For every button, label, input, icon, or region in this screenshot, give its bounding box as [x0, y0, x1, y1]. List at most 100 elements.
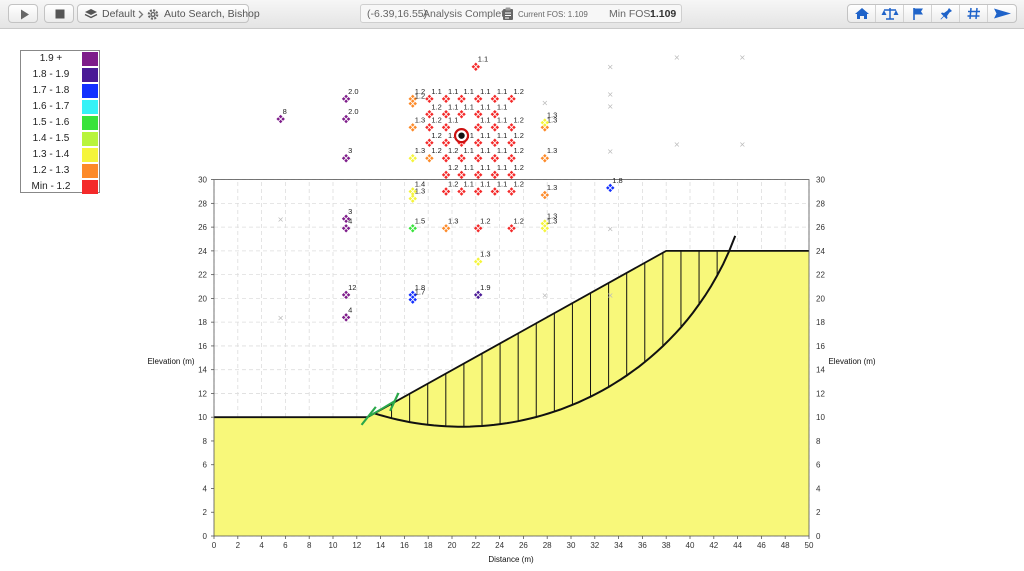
slip-center-point[interactable]: 1.3 [540, 146, 558, 163]
point-fos-label: 1.1 [464, 163, 474, 172]
point-fos-label: 1.1 [480, 87, 490, 96]
x-tick-label: 6 [283, 541, 288, 550]
analysis-canvas[interactable]: 0 2 4 6 8 10 12 14 16 18 20 22 24 26 28 30 32 34 36 38 40 42 4… [0, 0, 1024, 571]
slip-center-point[interactable]: 1.3 [408, 115, 425, 132]
legend-label: 1.3 - 1.4 [32, 149, 70, 160]
y-tick-label-left: 22 [198, 271, 207, 280]
slip-center-point[interactable]: 1.2 [507, 87, 524, 104]
slip-center-point[interactable]: 1.1 [473, 115, 491, 132]
unused-grid-point: × [277, 215, 284, 224]
y-tick-label-left: 20 [198, 294, 207, 303]
legend-swatch [82, 164, 98, 178]
x-tick-label: 0 [212, 541, 217, 550]
slip-center-point[interactable]: 8 [276, 107, 287, 124]
y-tick-label-right: 20 [816, 294, 825, 303]
slip-center-point[interactable]: 1.1 [441, 87, 459, 104]
unused-grid-point: × [607, 63, 614, 72]
y-tick-label-right: 10 [816, 413, 825, 422]
y-tick-label-right: 8 [816, 437, 821, 446]
point-fos-label: 2.0 [348, 87, 358, 96]
slip-center-point[interactable]: 1.1 [473, 163, 491, 180]
slip-center-point[interactable]: 1.2 [441, 163, 459, 180]
point-fos-label: 1.1 [480, 115, 490, 124]
slip-center-point[interactable]: 1.1 [490, 131, 508, 148]
slip-center-point[interactable]: 1.1 [490, 87, 508, 104]
slip-center-point[interactable]: 1.1 [473, 87, 491, 104]
soil-region[interactable] [214, 250, 809, 536]
slip-center-point[interactable]: 1.1 [457, 163, 474, 180]
point-fos-label: 1.3 [547, 216, 557, 225]
y-tick-label-left: 16 [198, 342, 207, 351]
point-fos-label: 1.2 [480, 216, 490, 225]
slip-center-point[interactable]: 1.2 [507, 115, 524, 132]
slip-center-point[interactable]: 1.2 [425, 131, 442, 148]
unused-grid-point: × [607, 147, 614, 156]
slip-center-point[interactable]: 2.0 [341, 87, 359, 104]
point-fos-label: 1.1 [464, 87, 474, 96]
slip-center-point[interactable]: 1.3 [540, 111, 558, 127]
legend-item: 1.4 - 1.5 [21, 131, 99, 147]
x-tick-label: 22 [471, 541, 480, 550]
slip-center-point[interactable]: 1.1 [441, 115, 459, 132]
slip-center-point[interactable]: 1.3 [441, 216, 459, 233]
slip-center-point[interactable]: 4 [341, 305, 352, 322]
slip-center-point[interactable]: 1.1 [471, 55, 489, 71]
point-fos-label: 1.2 [514, 115, 524, 124]
slip-center-point[interactable]: 1.1 [490, 163, 508, 180]
point-fos-label: 1.2 [514, 131, 524, 140]
slip-center-point[interactable]: 1.2 [507, 131, 524, 148]
slip-center-point[interactable]: 1.1 [457, 87, 474, 104]
slip-center-point[interactable]: 1.1 [473, 146, 491, 163]
slip-center-point[interactable]: 1.1 [457, 102, 474, 119]
y-tick-label-right: 28 [816, 199, 825, 208]
slip-center-point[interactable]: 1.1 [490, 146, 508, 163]
slip-center-point[interactable]: 1.5 [408, 216, 425, 233]
target-core [458, 132, 465, 139]
slip-center-point[interactable]: 1.8 [606, 176, 623, 193]
point-fos-label: 1.3 [415, 187, 425, 196]
y-tick-label-left: 24 [198, 247, 207, 256]
slip-center-point[interactable]: 1.1 [473, 131, 491, 148]
slip-center-point[interactable]: 1.1 [457, 179, 474, 196]
slip-center-point[interactable]: 1.9 [473, 283, 491, 300]
slip-center-point[interactable]: 1.2 [507, 179, 524, 196]
legend-item: 1.5 - 1.6 [21, 115, 99, 131]
slip-center-point[interactable]: 1.2 [425, 146, 442, 163]
point-fos-label: 1.7 [415, 288, 425, 297]
slip-center-point[interactable]: 1.2 [507, 216, 524, 233]
slip-center-point[interactable]: 1.1 [425, 87, 442, 104]
legend-label: 1.6 - 1.7 [32, 101, 70, 112]
point-fos-label: 1.3 [415, 115, 425, 124]
point-fos-label: 1.1 [464, 179, 474, 188]
slip-center-point[interactable]: 1.2 [507, 146, 524, 163]
slip-center-point[interactable]: 1.3 [408, 146, 425, 163]
slip-center-point[interactable]: 1.2 [473, 216, 491, 233]
legend-item: 1.7 - 1.8 [21, 83, 99, 99]
y-tick-label-right: 12 [816, 389, 825, 398]
slip-center-point[interactable]: 1.2 [507, 163, 524, 180]
point-fos-label: 1.1 [480, 146, 490, 155]
slip-center-point[interactable]: 12 [341, 283, 357, 300]
slip-center-point[interactable]: 1.1 [457, 146, 474, 163]
slip-center-point[interactable]: 1.1 [490, 179, 508, 196]
point-fos-label: 1.1 [478, 55, 488, 64]
x-tick-label: 16 [400, 541, 409, 550]
legend-label: 1.7 - 1.8 [32, 85, 70, 96]
slip-center-point[interactable]: 1.2 [425, 115, 442, 132]
slip-center-point[interactable]: 1.2 [441, 146, 459, 163]
unused-grid-point: × [607, 102, 614, 111]
y-tick-label-left: 0 [203, 532, 208, 541]
slip-center-point[interactable]: 1.3 [540, 183, 558, 200]
unused-grid-point: × [607, 90, 614, 99]
slip-center-point[interactable]: 1.3 [473, 250, 491, 266]
slip-center-point[interactable]: 3 [341, 146, 352, 163]
slip-center-point[interactable]: 2.0 [341, 107, 359, 124]
legend-swatch [82, 180, 98, 194]
x-tick-label: 36 [638, 541, 647, 550]
x-tick-label: 10 [329, 541, 338, 550]
x-tick-label: 30 [567, 541, 576, 550]
slip-center-point[interactable]: 1.1 [473, 179, 491, 196]
slip-center-point[interactable]: 1.1 [490, 115, 508, 132]
slip-center-point[interactable]: 1.2 [441, 179, 459, 196]
critical-center-marker[interactable] [453, 128, 470, 144]
